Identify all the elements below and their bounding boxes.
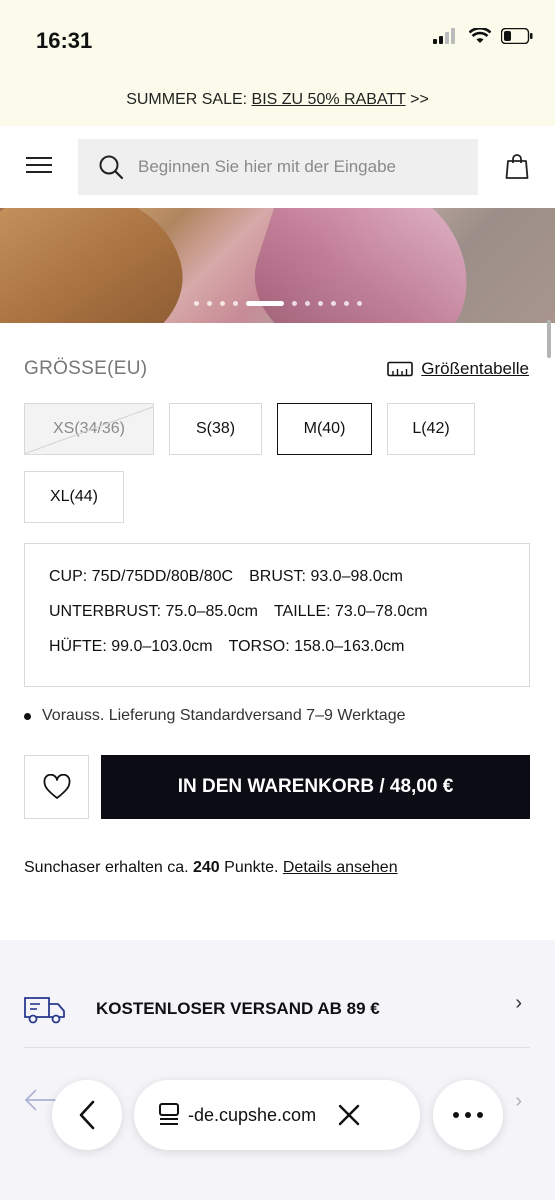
carousel-dot[interactable]: [343, 301, 349, 306]
measure-torso: TORSO: 158.0–163.0cm: [228, 638, 405, 655]
ruler-icon: [387, 361, 414, 377]
measure-cup: CUP: 75D/75DD/80B/80C: [49, 568, 234, 585]
page-scrollbar[interactable]: [547, 320, 551, 358]
measure-hip: HÜFTE: 99.0–103.0cm: [49, 638, 213, 655]
carousel-dot[interactable]: [291, 301, 297, 306]
browser-toolbar: -de.cupshe.com: [0, 1076, 555, 1156]
size-chart-label: Größentabelle: [421, 359, 529, 378]
size-option-l[interactable]: L(42): [387, 403, 475, 455]
promo-prefix: SUMMER SALE:: [126, 91, 252, 108]
size-option-xl[interactable]: XL(44): [24, 471, 124, 523]
size-chart-link[interactable]: Größentabelle: [387, 359, 529, 379]
measure-row: CUP: 75D/75DD/80B/80C BRUST: 93.0–98.0cm: [49, 568, 505, 603]
points-amount: 240: [193, 859, 220, 876]
promo-link[interactable]: BIS ZU 50% RABATT: [252, 91, 406, 108]
delivery-truck-icon: [24, 996, 65, 1023]
search-bar[interactable]: [78, 139, 478, 195]
promo-suffix: >>: [405, 91, 429, 108]
carousel-dot[interactable]: [219, 301, 225, 306]
delivery-estimate: Vorauss. Lieferung Standardversand 7–9 W…: [24, 707, 406, 725]
points-prefix: Sunchaser erhalten ca.: [24, 859, 193, 876]
close-icon[interactable]: [338, 1104, 360, 1126]
bullet-dot: [24, 712, 31, 720]
browser-more-button[interactable]: [433, 1080, 503, 1150]
carousel-dot[interactable]: [317, 301, 323, 306]
browser-back-button[interactable]: [52, 1080, 122, 1150]
measure-row: UNTERBRUST: 75.0–85.0cm TAILLE: 73.0–78.0…: [49, 603, 505, 638]
status-time: 16:31: [36, 28, 93, 53]
measure-bust: BRUST: 93.0–98.0cm: [249, 568, 403, 585]
more-dots-icon: [453, 1112, 483, 1118]
hamburger-menu-icon[interactable]: [26, 157, 52, 177]
carousel-dot[interactable]: [232, 301, 238, 306]
chevron-right-icon: ›: [515, 992, 522, 1014]
browser-url: -de.cupshe.com: [188, 1104, 317, 1125]
delivery-text: Vorauss. Lieferung Standardversand 7–9 W…: [42, 707, 406, 724]
info-section: KOSTENLOSER VERSAND AB 89 € › ›: [0, 940, 555, 1200]
wishlist-button[interactable]: [24, 755, 89, 819]
measure-waist: TAILLE: 73.0–78.0cm: [273, 603, 428, 620]
carousel-dot[interactable]: [206, 301, 212, 306]
add-to-cart-button[interactable]: IN DEN WARENKORB / 48,00 €: [101, 755, 530, 819]
heart-icon: [43, 774, 70, 799]
tab-overview-icon[interactable]: [156, 1102, 182, 1128]
signal-icon: [433, 28, 455, 44]
carousel-dot[interactable]: [193, 301, 199, 306]
carousel-dot[interactable]: [330, 301, 336, 306]
search-input[interactable]: [138, 157, 458, 177]
chevron-left-icon: [79, 1100, 95, 1130]
size-option-xs[interactable]: XS(34/36): [24, 403, 154, 455]
carousel-dot-active[interactable]: [245, 301, 284, 306]
product-image-carousel[interactable]: [0, 208, 555, 323]
measure-underbust: UNTERBRUST: 75.0–85.0cm: [49, 603, 258, 620]
points-suffix: Punkte.: [219, 859, 283, 876]
status-bar: 16:31: [0, 0, 555, 80]
promo-banner: SUMMER SALE: BIS ZU 50% RABATT >>: [0, 80, 555, 126]
battery-icon: [501, 28, 533, 44]
search-icon: [99, 155, 124, 180]
size-label: GRÖSSE(EU): [24, 358, 148, 379]
carousel-dot[interactable]: [304, 301, 310, 306]
carousel-dots: [0, 301, 555, 306]
measure-row: HÜFTE: 99.0–103.0cm TORSO: 158.0–163.0cm: [49, 638, 505, 673]
measurement-box: CUP: 75D/75DD/80B/80C BRUST: 93.0–98.0cm …: [24, 543, 530, 687]
site-header: [0, 126, 555, 208]
reward-points: Sunchaser erhalten ca. 240 Punkte. Detai…: [24, 859, 398, 877]
points-details-link[interactable]: Details ansehen: [283, 859, 398, 876]
browser-address-bar[interactable]: -de.cupshe.com: [134, 1080, 420, 1150]
free-shipping-row[interactable]: KOSTENLOSER VERSAND AB 89 € ›: [24, 970, 530, 1048]
size-option-m[interactable]: M(40): [277, 403, 372, 455]
carousel-dot[interactable]: [356, 301, 362, 306]
status-icons: [433, 28, 533, 44]
wifi-icon: [469, 28, 491, 43]
shopping-bag-icon[interactable]: [505, 153, 529, 179]
size-option-s[interactable]: S(38): [169, 403, 262, 455]
free-shipping-label: KOSTENLOSER VERSAND AB 89 €: [96, 998, 380, 1018]
